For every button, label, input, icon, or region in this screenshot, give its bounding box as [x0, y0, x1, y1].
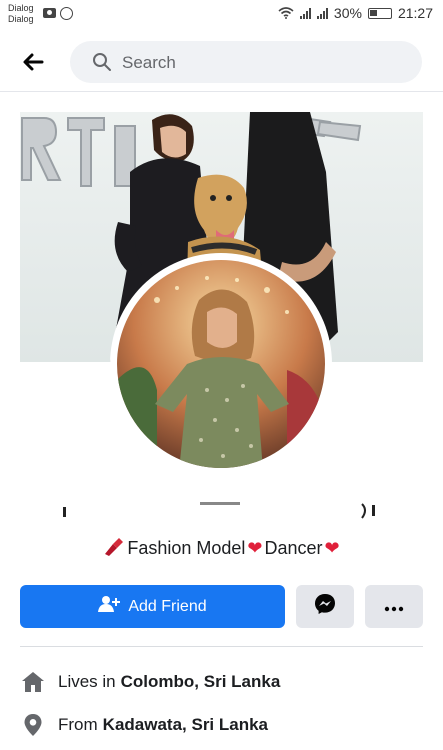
ellipsis-icon: [384, 595, 404, 618]
whatsapp-icon: [60, 7, 73, 20]
signal-icon: [299, 7, 311, 19]
camera-icon: [43, 8, 56, 18]
add-friend-label: Add Friend: [128, 597, 207, 615]
bio-text-2: Dancer: [264, 538, 323, 558]
profile-bio: Fashion Model ❤ Dancer ❤: [0, 536, 443, 561]
lipstick-icon: [103, 536, 125, 561]
battery-icon: [367, 7, 392, 19]
heart-icon: ❤: [247, 538, 263, 558]
status-bar: Dialog Dialog 30% 21:27: [0, 0, 443, 34]
add-person-icon: [98, 595, 121, 618]
section-divider: [20, 646, 423, 647]
search-placeholder: Search: [122, 53, 176, 72]
from-row[interactable]: From Kadawata, Sri Lanka: [20, 710, 423, 740]
carrier-label: Dialog Dialog: [8, 3, 34, 25]
lives-in-value: Colombo, Sri Lanka: [120, 672, 281, 691]
from-value: Kadawata, Sri Lanka: [102, 715, 269, 734]
clock: 21:27: [397, 5, 433, 21]
heart-icon-2: ❤: [324, 538, 340, 558]
carrier-line-2: Dialog: [8, 14, 34, 24]
messenger-icon: [314, 593, 336, 620]
lives-in-prefix: Lives in: [58, 672, 116, 691]
battery-percent: 30%: [333, 5, 362, 21]
profile-name-area: [0, 497, 443, 523]
home-icon: [20, 670, 46, 694]
search-icon: [92, 52, 112, 77]
top-navigation-bar: Search: [0, 34, 443, 92]
add-friend-button[interactable]: Add Friend: [20, 585, 285, 628]
wifi-icon: [278, 7, 294, 19]
message-button[interactable]: [296, 585, 354, 628]
search-input[interactable]: Search: [70, 41, 422, 83]
from-prefix: From: [58, 715, 98, 734]
location-pin-icon: [20, 713, 46, 737]
bio-text-1: Fashion Model: [127, 538, 246, 558]
lives-in-row[interactable]: Lives in Colombo, Sri Lanka: [20, 667, 423, 697]
profile-picture[interactable]: [117, 260, 325, 468]
back-arrow-icon[interactable]: [20, 48, 48, 76]
signal-icon-2: [316, 7, 328, 19]
more-options-button[interactable]: [365, 585, 423, 628]
carrier-line-1: Dialog: [8, 3, 34, 13]
